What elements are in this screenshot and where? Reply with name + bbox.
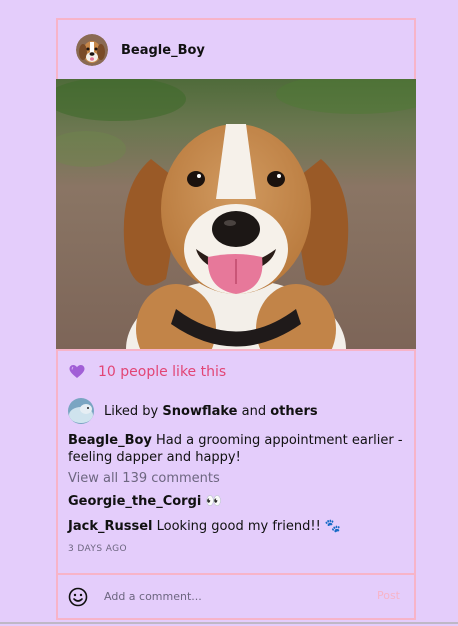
comment-text: Looking good my friend!! 🐾	[156, 519, 342, 534]
comment-username[interactable]: Georgie_the_Corgi	[68, 494, 201, 509]
comment-input[interactable]	[102, 589, 346, 604]
smiley-icon[interactable]	[68, 587, 88, 607]
comment-item: Georgie_the_Corgi 👀	[68, 494, 404, 509]
comment-username[interactable]: Jack_Russel	[68, 519, 152, 534]
post-header: Beagle_Boy	[58, 20, 414, 80]
liked-by-prefix: Liked by	[104, 403, 159, 419]
post-card: Beagle_Boy 10 people like this Liked by …	[56, 18, 416, 620]
post-timestamp: 3 DAYS AGO	[68, 544, 127, 554]
comment-text: 👀	[205, 494, 222, 509]
post-username[interactable]: Beagle_Boy	[121, 43, 205, 58]
user-avatar[interactable]	[76, 34, 108, 66]
likes-row: 10 people like this	[68, 361, 404, 383]
post-body: 10 people like this Liked by Snowflake a…	[56, 349, 416, 575]
comment-item: Jack_Russel Looking good my friend!! 🐾	[68, 519, 404, 534]
purple-heart-icon[interactable]	[69, 364, 85, 380]
liked-by-others[interactable]: others	[270, 404, 317, 419]
post-header-panel: Beagle_Boy	[56, 18, 416, 80]
post-comment-button[interactable]: Post	[377, 589, 400, 602]
page-bottom-divider	[0, 622, 458, 624]
view-all-comments-link[interactable]: View all 139 comments	[68, 471, 404, 486]
post-caption: Beagle_Boy Had a grooming appointment ea…	[68, 432, 404, 466]
caption-username[interactable]: Beagle_Boy	[68, 433, 152, 448]
comment-footer: Post	[56, 575, 416, 620]
liked-by-conjunction: and	[241, 403, 267, 419]
post-photo	[56, 79, 416, 349]
liked-by-user[interactable]: Snowflake	[162, 404, 237, 419]
liked-by-row: Liked by Snowflake and others	[68, 398, 404, 424]
likes-count-text[interactable]: 10 people like this	[98, 364, 226, 380]
liked-by-avatar[interactable]	[68, 398, 94, 424]
liked-by-text: Liked by Snowflake and others	[104, 404, 318, 419]
